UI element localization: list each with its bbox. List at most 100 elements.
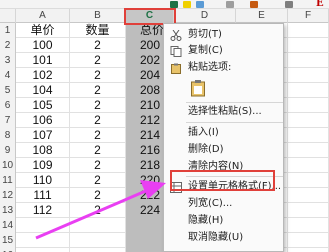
cell-a[interactable]: 110 xyxy=(16,173,70,188)
row-header[interactable]: 12 xyxy=(0,188,16,203)
row-header[interactable]: 8 xyxy=(0,128,16,143)
cell-a[interactable]: 112 xyxy=(16,203,70,218)
cell-a[interactable]: 104 xyxy=(16,83,70,98)
cell-b[interactable]: 2 xyxy=(70,188,126,203)
menu-item-label: 插入(I) xyxy=(188,127,219,138)
context-menu: 剪切(T) 复制(C) 粘贴选项: 选择性粘贴(S)... 插入(I) 删除(D… xyxy=(163,23,284,252)
menu-item-label: 复制(C) xyxy=(188,45,223,56)
menu-item-label: 列宽(C)... xyxy=(188,198,233,209)
menu-item-copy[interactable]: 复制(C) xyxy=(164,43,285,59)
ribbon-icon[interactable] xyxy=(250,1,258,8)
cell-f[interactable] xyxy=(288,188,329,203)
cell-f[interactable] xyxy=(288,128,329,143)
row-header[interactable]: 3 xyxy=(0,53,16,68)
cell-f[interactable] xyxy=(288,23,329,38)
menu-item-label: 粘贴选项: xyxy=(188,62,232,73)
menu-item-hide[interactable]: 隐藏(H) xyxy=(164,213,285,229)
menu-item-cut[interactable]: 剪切(T) xyxy=(164,27,285,43)
cell-f[interactable] xyxy=(288,68,329,83)
cell-f[interactable] xyxy=(288,173,329,188)
cell-a[interactable]: 108 xyxy=(16,143,70,158)
cell-b[interactable]: 2 xyxy=(70,98,126,113)
cell-f[interactable] xyxy=(288,113,329,128)
cell-b[interactable]: 2 xyxy=(70,173,126,188)
cell-a[interactable]: 106 xyxy=(16,113,70,128)
menu-item-label: 删除(D) xyxy=(188,144,224,155)
cell-f[interactable] xyxy=(288,248,329,252)
cell-b[interactable]: 2 xyxy=(70,83,126,98)
cell-a[interactable]: 105 xyxy=(16,98,70,113)
menu-separator xyxy=(186,122,283,123)
row-header[interactable]: 5 xyxy=(0,83,16,98)
menu-item-paste-special[interactable]: 选择性粘贴(S)... xyxy=(164,104,285,120)
cell-b[interactable]: 2 xyxy=(70,203,126,218)
menu-item-label: 取消隐藏(U) xyxy=(188,232,244,243)
row-header[interactable]: 14 xyxy=(0,218,16,233)
cell-a[interactable] xyxy=(16,218,70,233)
cell-a[interactable]: 111 xyxy=(16,188,70,203)
cell-b[interactable] xyxy=(70,233,126,248)
cell-b[interactable]: 2 xyxy=(70,38,126,53)
row-header[interactable]: 9 xyxy=(0,143,16,158)
cell-b[interactable]: 2 xyxy=(70,113,126,128)
ribbon-icon[interactable] xyxy=(170,1,178,8)
cell-f[interactable] xyxy=(288,83,329,98)
cell-f[interactable] xyxy=(288,143,329,158)
format-cells-highlight xyxy=(170,170,275,191)
column-header-d[interactable]: D xyxy=(174,9,236,23)
row-header[interactable]: 11 xyxy=(0,173,16,188)
row-header[interactable]: 1 xyxy=(0,23,16,38)
clipboard-icon xyxy=(171,63,181,74)
row-header[interactable]: 15 xyxy=(0,233,16,248)
row-header[interactable]: 7 xyxy=(0,113,16,128)
column-header-f[interactable]: F xyxy=(288,9,329,23)
cell-b[interactable]: 2 xyxy=(70,128,126,143)
row-header[interactable]: 2 xyxy=(0,38,16,53)
cell-a[interactable]: 100 xyxy=(16,38,70,53)
cell-a[interactable]: 101 xyxy=(16,53,70,68)
menu-separator xyxy=(186,102,283,103)
menu-item-delete[interactable]: 删除(D) xyxy=(164,142,285,158)
menu-item-column-width[interactable]: 列宽(C)... xyxy=(164,196,285,212)
menu-item-label: 剪切(T) xyxy=(188,29,222,40)
row-header[interactable]: 13 xyxy=(0,203,16,218)
cell-b[interactable] xyxy=(70,218,126,233)
row-header[interactable]: 6 xyxy=(0,98,16,113)
cell-a[interactable] xyxy=(16,248,70,252)
cell-a[interactable]: 107 xyxy=(16,128,70,143)
cell-f[interactable] xyxy=(288,53,329,68)
cell-a[interactable]: 109 xyxy=(16,158,70,173)
cell-f[interactable] xyxy=(288,203,329,218)
row-header[interactable]: 4 xyxy=(0,68,16,83)
ribbon-icon[interactable] xyxy=(226,1,234,8)
row-header[interactable]: 10 xyxy=(0,158,16,173)
column-header-e[interactable]: E xyxy=(236,9,288,23)
cell-f[interactable] xyxy=(288,98,329,113)
paste-option-icon[interactable] xyxy=(190,79,206,97)
menu-item-label: 隐藏(H) xyxy=(188,215,224,226)
menu-item-insert[interactable]: 插入(I) xyxy=(164,125,285,141)
ribbon-icon[interactable] xyxy=(285,1,293,8)
cell-a[interactable]: 单价 xyxy=(16,23,70,38)
ribbon-icon[interactable] xyxy=(183,1,191,8)
cell-b[interactable]: 数量 xyxy=(70,23,126,38)
cell-f[interactable] xyxy=(288,233,329,248)
cell-b[interactable]: 2 xyxy=(70,158,126,173)
cell-b[interactable]: 2 xyxy=(70,53,126,68)
menu-item-unhide[interactable]: 取消隐藏(U) xyxy=(164,230,285,246)
cell-f[interactable] xyxy=(288,218,329,233)
row-header[interactable]: 16 xyxy=(0,248,16,252)
column-header-b[interactable]: B xyxy=(70,9,126,23)
cell-a[interactable] xyxy=(16,233,70,248)
cell-a[interactable]: 102 xyxy=(16,68,70,83)
menu-item-paste-options: 粘贴选项: xyxy=(164,60,285,76)
scissors-icon xyxy=(170,30,182,41)
column-header-a[interactable]: A xyxy=(16,9,70,23)
corner-select-all[interactable] xyxy=(0,9,16,23)
cell-b[interactable] xyxy=(70,248,126,252)
cell-f[interactable] xyxy=(288,158,329,173)
cell-b[interactable]: 2 xyxy=(70,143,126,158)
cell-b[interactable]: 2 xyxy=(70,68,126,83)
cell-f[interactable] xyxy=(288,38,329,53)
ribbon-icon[interactable] xyxy=(196,1,204,8)
